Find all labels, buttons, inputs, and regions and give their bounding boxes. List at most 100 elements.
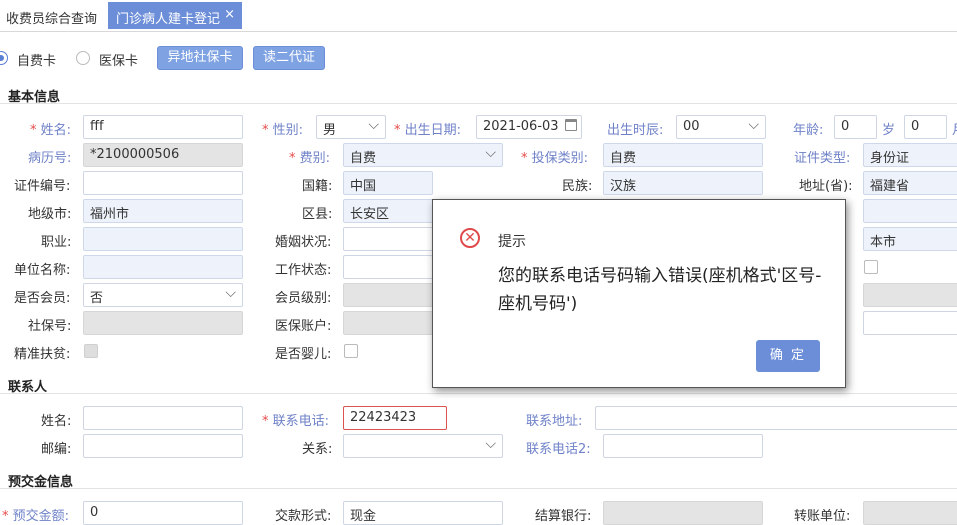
relation-label: 关系: xyxy=(302,442,333,457)
age-label: 年龄: xyxy=(793,123,824,138)
contact-name-label: 姓名: xyxy=(41,414,72,429)
dob-input[interactable]: 2021-06-03 xyxy=(476,115,582,139)
district-label: 区县: xyxy=(302,207,333,222)
occupation-label: 职业: xyxy=(41,235,72,250)
calendar-icon xyxy=(565,119,577,131)
remote-social-card-button[interactable]: 异地社保卡 xyxy=(157,46,243,70)
member-level-select xyxy=(343,283,433,307)
contact-name-input[interactable] xyxy=(83,406,243,430)
gender-select[interactable]: 男 ⌵ xyxy=(316,115,386,139)
social-no-input xyxy=(83,311,243,335)
error-icon: ✕ xyxy=(460,228,480,248)
bank-select xyxy=(603,501,763,525)
divider xyxy=(0,103,957,104)
chevron-down-icon: ⌵ xyxy=(368,117,379,133)
contact-phone-input[interactable]: 22423423 xyxy=(343,406,447,430)
read-id-card-button[interactable]: 读二代证 xyxy=(253,46,325,70)
radio-label-insurance: 医保卡 xyxy=(99,54,139,69)
contact-phone-label: * 联系电话: xyxy=(262,414,330,429)
radio-insurance-card[interactable] xyxy=(76,51,90,65)
gender-label: * 性别: xyxy=(262,123,304,138)
insure-type-input[interactable]: 自费 xyxy=(603,143,763,167)
province-label: 地址(省): xyxy=(799,179,853,194)
ok-button[interactable]: 确 定 xyxy=(756,340,820,372)
tab-label: 门诊病人建卡登记 xyxy=(116,12,221,27)
poverty-checkbox xyxy=(84,344,98,358)
employer-label: 单位名称: xyxy=(14,263,71,278)
ethnicity-label: 民族: xyxy=(562,179,593,194)
relation-select[interactable]: ⌵ xyxy=(343,434,503,458)
district-input[interactable]: 长安区 xyxy=(343,199,433,223)
chevron-down-icon: ⌵ xyxy=(485,145,496,161)
contact-address-label: 联系地址: xyxy=(526,414,583,429)
birth-hour-label: 出生时辰: xyxy=(607,123,664,138)
record-no-input: *2100000506 xyxy=(83,143,243,167)
province-input[interactable]: 福建省 xyxy=(863,171,957,195)
card-type-row: 自费卡 医保卡 异地社保卡 读二代证 xyxy=(0,44,957,72)
divider xyxy=(0,393,957,394)
chevron-down-icon: ⌵ xyxy=(225,285,236,301)
social-no-label: 社保号: xyxy=(28,319,72,334)
id-type-label: 证件类型: xyxy=(794,151,851,166)
dialog-message: 您的联系电话号码输入错误(座机格式'区号-座机号码') xyxy=(498,266,822,314)
zip-input[interactable] xyxy=(83,434,243,458)
name-label: * 姓名: xyxy=(30,123,72,138)
infant-label: 是否婴儿: xyxy=(275,347,332,362)
close-icon[interactable]: × xyxy=(224,7,235,22)
nationality-label: 国籍: xyxy=(302,179,333,194)
birth-hour-select[interactable]: 00 ⌵ xyxy=(676,115,766,139)
prepay-amount-input[interactable]: 0 xyxy=(83,501,243,525)
tab-cashier-query[interactable]: 收费员综合查询 xyxy=(6,8,97,27)
disabled-field xyxy=(863,283,957,307)
dob-label: * 出生日期: xyxy=(394,123,462,138)
error-dialog: ✕ 提示 您的联系电话号码输入错误(座机格式'区号-座机号码') 确 定 xyxy=(432,199,846,388)
contact-phone2-input[interactable] xyxy=(603,434,763,458)
zip-label: 邮编: xyxy=(41,442,72,457)
record-no-label: 病历号: xyxy=(28,151,72,166)
street-input[interactable] xyxy=(863,199,957,223)
nationality-input[interactable]: 中国 xyxy=(343,171,433,195)
marital-select[interactable] xyxy=(343,227,433,251)
member-label: 是否会员: xyxy=(14,291,71,306)
transfer-unit-input xyxy=(863,501,957,525)
radio-self-pay-card[interactable] xyxy=(0,51,8,65)
local-select[interactable]: 本市 xyxy=(863,227,957,251)
fee-type-label: * 费别: xyxy=(289,151,331,166)
employer-input[interactable] xyxy=(83,255,243,279)
fee-type-select[interactable]: 自费 ⌵ xyxy=(343,143,503,167)
marital-label: 婚姻状况: xyxy=(275,235,332,250)
insure-account-label: 医保账户: xyxy=(275,319,332,334)
pay-form-select[interactable]: 现金 xyxy=(343,501,503,525)
radio-label-self-pay: 自费卡 xyxy=(17,54,57,69)
chevron-down-icon: ⌵ xyxy=(485,436,496,452)
age-unit-months: 月 xyxy=(952,119,957,138)
age-unit-years: 岁 xyxy=(882,123,896,138)
checkbox[interactable] xyxy=(864,260,878,274)
contact-phone2-label: 联系电话2: xyxy=(526,442,591,457)
id-type-select[interactable]: 身份证 xyxy=(863,143,957,167)
city-label: 地级市: xyxy=(28,207,72,222)
id-no-label: 证件编号: xyxy=(14,179,71,194)
id-no-input[interactable] xyxy=(83,171,243,195)
name-input[interactable]: fff xyxy=(83,115,243,139)
contact-address-input[interactable] xyxy=(595,406,957,430)
city-input[interactable]: 福州市 xyxy=(83,199,243,223)
insure-type-label: * 投保类别: xyxy=(521,151,589,166)
extra-input[interactable] xyxy=(863,311,957,335)
age-years-input[interactable]: 0 xyxy=(834,115,877,139)
age-months-input[interactable]: 0 xyxy=(904,115,947,139)
member-select[interactable]: 否 ⌵ xyxy=(83,283,243,307)
poverty-label: 精准扶贫: xyxy=(14,347,71,362)
divider xyxy=(0,488,957,489)
infant-checkbox[interactable] xyxy=(344,344,358,358)
tab-outpatient-card-registration[interactable]: 门诊病人建卡登记 × xyxy=(108,2,242,29)
ethnicity-input[interactable]: 汉族 xyxy=(603,171,763,195)
work-status-label: 工作状态: xyxy=(275,263,332,278)
chevron-down-icon: ⌵ xyxy=(748,117,759,133)
tab-bar: 收费员综合查询 门诊病人建卡登记 × xyxy=(0,0,957,32)
work-status-select[interactable] xyxy=(343,255,433,279)
occupation-input[interactable] xyxy=(83,227,243,251)
dialog-title: 提示 xyxy=(498,234,526,250)
insure-account-input xyxy=(343,311,433,335)
member-level-label: 会员级别: xyxy=(275,291,332,306)
